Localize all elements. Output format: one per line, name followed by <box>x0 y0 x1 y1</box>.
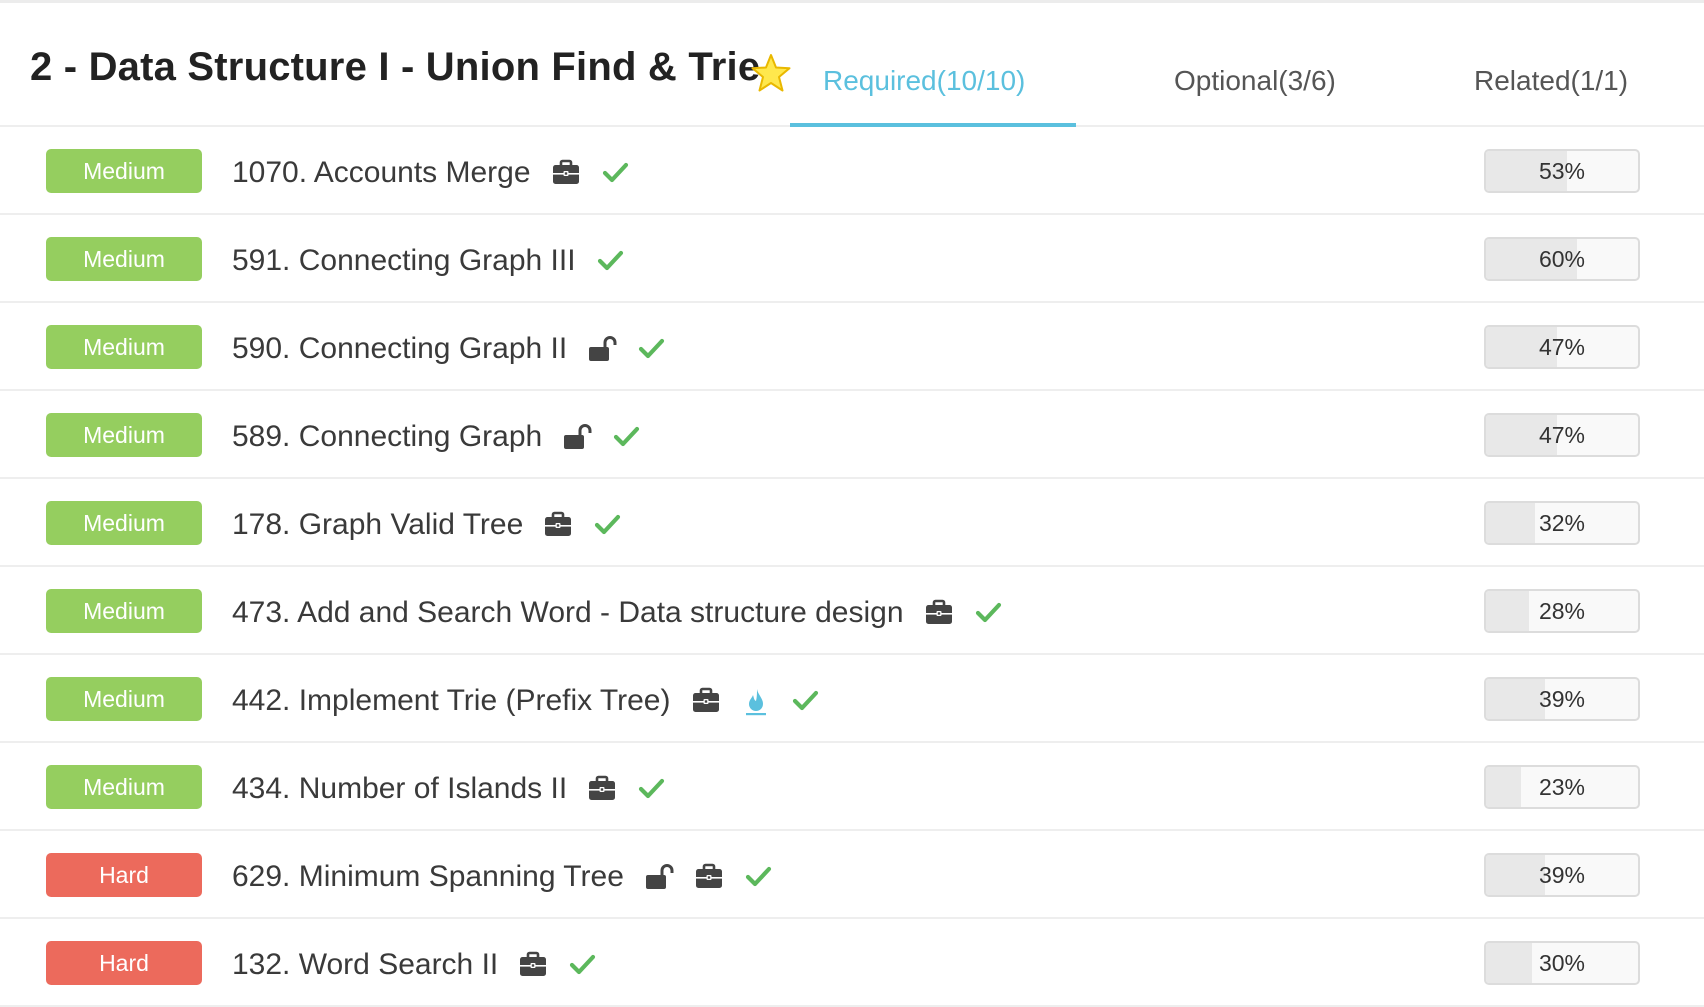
acceptance-rate-bar: 28% <box>1484 589 1640 633</box>
briefcase-icon <box>924 598 954 628</box>
problem-title-link[interactable]: 473. Add and Search Word - Data structur… <box>232 596 904 630</box>
section-header: 2 - Data Structure I - Union Find & Trie… <box>0 3 1704 127</box>
check-icon <box>568 950 598 980</box>
problem-title-group: 589. Connecting Graph <box>232 417 642 457</box>
problem-title-link[interactable]: 434. Number of Islands II <box>232 772 567 806</box>
tab-optional[interactable]: Optional(3/6) <box>1174 65 1336 97</box>
problem-title-link[interactable]: 132. Word Search II <box>232 948 498 982</box>
acceptance-rate-label: 60% <box>1538 246 1586 272</box>
tab-required[interactable]: Required(10/10) <box>823 65 1025 97</box>
acceptance-rate-bar: 39% <box>1484 677 1640 721</box>
acceptance-rate-label: 47% <box>1538 422 1586 448</box>
check-icon <box>601 158 631 188</box>
problem-title-group: 1070. Accounts Merge <box>232 153 631 193</box>
problem-row[interactable]: Medium 434. Number of Islands II 23% <box>0 743 1704 831</box>
acceptance-rate-bar: 47% <box>1484 413 1640 457</box>
briefcase-icon <box>518 950 548 980</box>
acceptance-rate-bar: 32% <box>1484 501 1640 545</box>
briefcase-icon <box>691 686 721 716</box>
problem-title-link[interactable]: 442. Implement Trie (Prefix Tree) <box>232 684 671 718</box>
briefcase-icon <box>587 774 617 804</box>
problem-title-link[interactable]: 589. Connecting Graph <box>232 420 542 454</box>
check-icon <box>612 422 642 452</box>
acceptance-rate-bar: 30% <box>1484 941 1640 985</box>
acceptance-rate-label: 28% <box>1538 598 1586 624</box>
problem-row[interactable]: Medium 590. Connecting Graph II 47% <box>0 303 1704 391</box>
acceptance-rate-bar: 53% <box>1484 149 1640 193</box>
check-icon <box>637 774 667 804</box>
problem-row[interactable]: Medium 1070. Accounts Merge 53% <box>0 127 1704 215</box>
briefcase-icon <box>694 862 724 892</box>
acceptance-rate-label: 32% <box>1538 510 1586 536</box>
problem-title-link[interactable]: 178. Graph Valid Tree <box>232 508 523 542</box>
acceptance-rate-bar: 39% <box>1484 853 1640 897</box>
problem-title-group: 434. Number of Islands II <box>232 769 667 809</box>
check-icon <box>596 246 626 276</box>
problem-title-group: 442. Implement Trie (Prefix Tree) <box>232 681 821 721</box>
difficulty-badge: Hard <box>46 941 202 985</box>
problem-row[interactable]: Hard 132. Word Search II 30% <box>0 919 1704 1007</box>
briefcase-icon <box>551 158 581 188</box>
acceptance-rate-label: 39% <box>1538 686 1586 712</box>
unlock-icon <box>562 422 592 452</box>
difficulty-badge: Hard <box>46 853 202 897</box>
check-icon <box>974 598 1004 628</box>
flame-icon <box>741 686 771 716</box>
problem-title-group: 590. Connecting Graph II <box>232 329 667 369</box>
briefcase-icon <box>543 510 573 540</box>
problem-title-group: 629. Minimum Spanning Tree <box>232 857 774 897</box>
unlock-icon <box>644 862 674 892</box>
problem-row[interactable]: Medium 589. Connecting Graph 47% <box>0 391 1704 479</box>
acceptance-rate-label: 53% <box>1538 158 1586 184</box>
problem-row[interactable]: Medium 591. Connecting Graph III 60% <box>0 215 1704 303</box>
difficulty-badge: Medium <box>46 589 202 633</box>
problem-title-link[interactable]: 1070. Accounts Merge <box>232 156 531 190</box>
acceptance-rate-label: 39% <box>1538 862 1586 888</box>
tab-related[interactable]: Related(1/1) <box>1474 65 1628 97</box>
difficulty-badge: Medium <box>46 677 202 721</box>
problem-title-group: 473. Add and Search Word - Data structur… <box>232 593 1004 633</box>
check-icon <box>593 510 623 540</box>
acceptance-rate-label: 30% <box>1538 950 1586 976</box>
problem-row[interactable]: Hard 629. Minimum Spanning Tree 39% <box>0 831 1704 919</box>
acceptance-rate-bar: 47% <box>1484 325 1640 369</box>
star-icon[interactable] <box>751 53 791 93</box>
problem-row[interactable]: Medium 178. Graph Valid Tree 32% <box>0 479 1704 567</box>
page-title: 2 - Data Structure I - Union Find & Trie <box>30 45 761 89</box>
acceptance-rate-label: 23% <box>1538 774 1586 800</box>
problem-row[interactable]: Medium 473. Add and Search Word - Data st… <box>0 567 1704 655</box>
problem-title-link[interactable]: 629. Minimum Spanning Tree <box>232 860 624 894</box>
difficulty-badge: Medium <box>46 149 202 193</box>
check-icon <box>637 334 667 364</box>
problem-title-group: 132. Word Search II <box>232 945 598 985</box>
problem-title-link[interactable]: 590. Connecting Graph II <box>232 332 567 366</box>
acceptance-rate-bar: 60% <box>1484 237 1640 281</box>
check-icon <box>744 862 774 892</box>
problem-title-group: 178. Graph Valid Tree <box>232 505 623 545</box>
difficulty-badge: Medium <box>46 413 202 457</box>
acceptance-rate-bar: 23% <box>1484 765 1640 809</box>
check-icon <box>791 686 821 716</box>
unlock-icon <box>587 334 617 364</box>
problem-list: Medium 1070. Accounts Merge 53% Medium 591. … <box>0 127 1704 1007</box>
problem-title-link[interactable]: 591. Connecting Graph III <box>232 244 576 278</box>
difficulty-badge: Medium <box>46 237 202 281</box>
difficulty-badge: Medium <box>46 765 202 809</box>
problem-row[interactable]: Medium 442. Implement Trie (Prefix Tree) 3… <box>0 655 1704 743</box>
problem-title-group: 591. Connecting Graph III <box>232 241 626 281</box>
acceptance-rate-label: 47% <box>1538 334 1586 360</box>
difficulty-badge: Medium <box>46 501 202 545</box>
difficulty-badge: Medium <box>46 325 202 369</box>
